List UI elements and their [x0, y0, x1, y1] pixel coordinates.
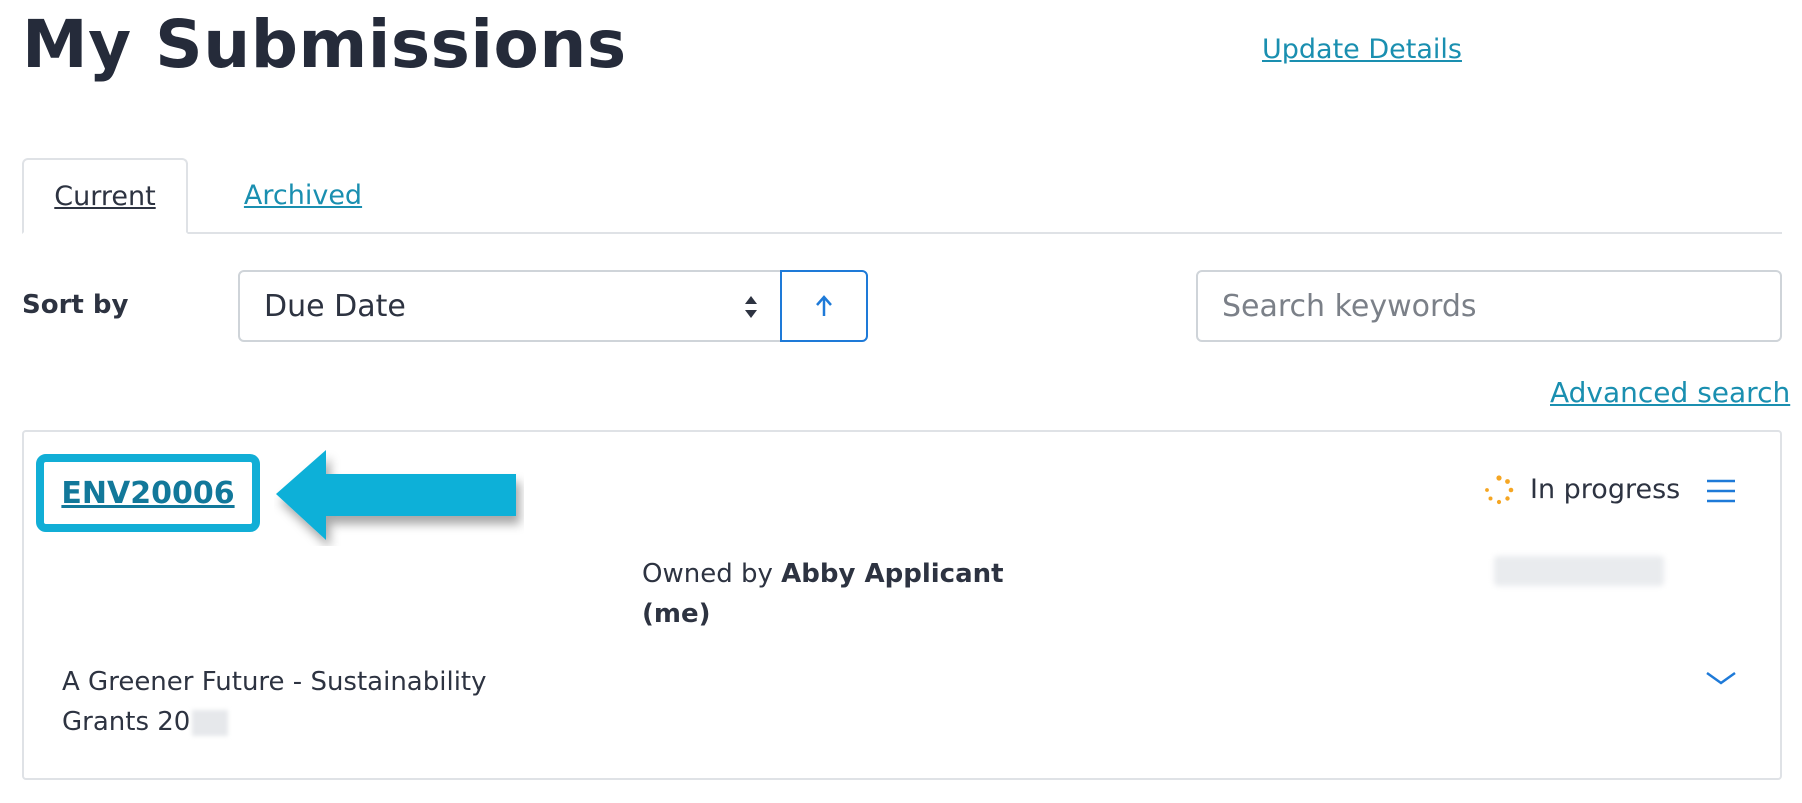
- select-arrows-icon: [745, 296, 757, 318]
- program-line-1: A Greener Future - Sustainability: [62, 667, 487, 697]
- advanced-search-link[interactable]: Advanced search: [1550, 376, 1790, 409]
- sort-selected-value: Due Date: [264, 288, 406, 324]
- sort-direction-button[interactable]: [780, 270, 868, 342]
- due-date-redacted: [1494, 556, 1664, 586]
- search-input[interactable]: [1196, 270, 1782, 342]
- program-line-2: Grants 20: [62, 707, 191, 737]
- owner-prefix: Owned by: [642, 559, 773, 589]
- redacted-year: [192, 709, 229, 736]
- status-text: In progress: [1530, 474, 1681, 505]
- submission-reference-link[interactable]: ENV20006: [61, 476, 234, 511]
- in-progress-spinner-icon: [1485, 474, 1514, 504]
- owner-name: Abby Applicant: [781, 559, 1004, 589]
- submission-tabs: Current Archived: [22, 158, 1782, 234]
- tab-archived[interactable]: Archived: [218, 158, 388, 232]
- arrow-up-icon: [816, 295, 832, 316]
- update-details-link[interactable]: Update Details: [1262, 34, 1462, 65]
- owner-suffix: (me): [642, 599, 711, 629]
- sort-by-label: Sort by: [22, 290, 129, 320]
- arrow-left-callout-icon: [276, 450, 516, 540]
- chevron-down-icon[interactable]: [1704, 668, 1738, 688]
- page-title: My Submissions: [22, 6, 627, 83]
- hamburger-menu-icon[interactable]: [1704, 476, 1738, 506]
- reference-highlight: ENV20006: [36, 454, 260, 532]
- program-name: A Greener Future - Sustainability Grants…: [62, 662, 542, 742]
- tab-current[interactable]: Current: [22, 158, 188, 234]
- owner-info: Owned by Abby Applicant (me): [642, 554, 1042, 634]
- status-indicator: In progress: [1484, 474, 1680, 505]
- submission-card: ENV20006 In progress Owned by Abby Appli…: [22, 430, 1782, 780]
- sort-select[interactable]: Due Date: [238, 270, 782, 342]
